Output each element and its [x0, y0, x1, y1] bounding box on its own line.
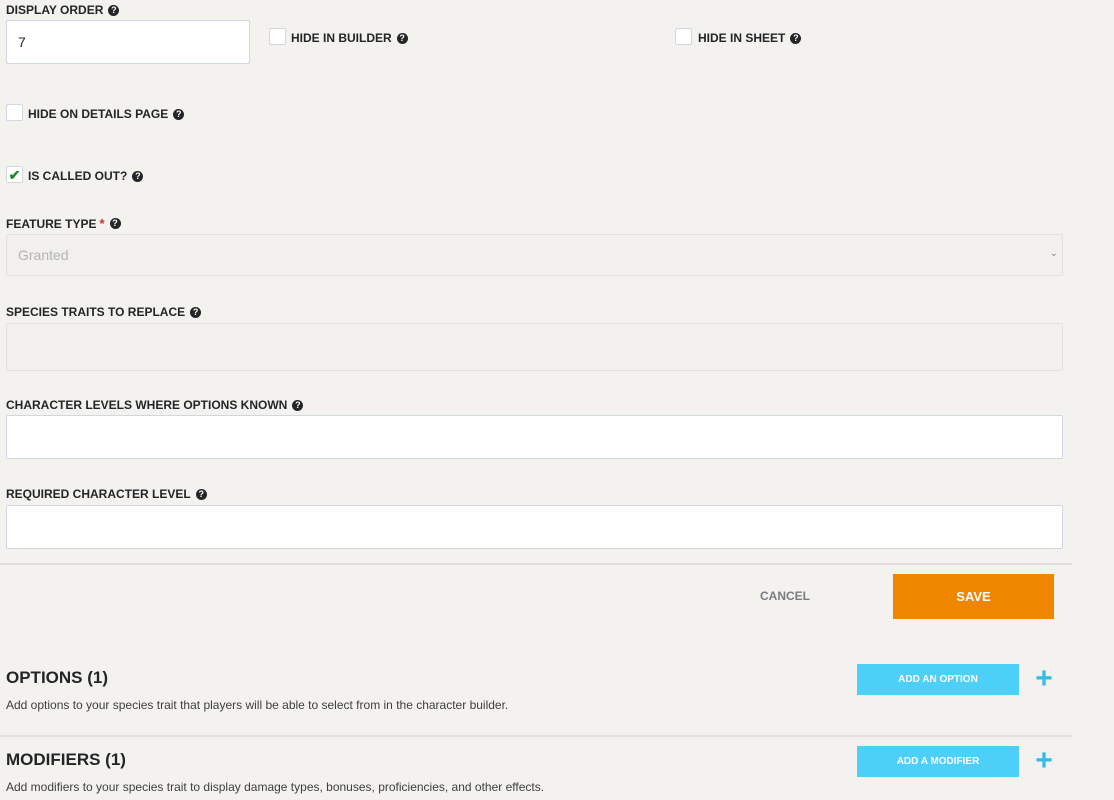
help-icon[interactable]: ? — [109, 218, 121, 229]
hide-in-sheet-label: HIDE IN SHEET ? — [698, 31, 802, 45]
hide-on-details-checkbox[interactable] — [6, 104, 23, 121]
divider — [0, 563, 1072, 565]
hide-on-details-label: HIDE ON DETAILS PAGE ? — [28, 107, 185, 121]
options-section-title: OPTIONS (1) — [6, 668, 109, 687]
chevron-down-icon: ⌄ — [1049, 248, 1058, 259]
species-traits-input[interactable] — [6, 323, 1063, 371]
hide-in-builder-checkbox[interactable] — [269, 28, 286, 45]
help-icon[interactable]: ? — [173, 108, 185, 120]
help-icon[interactable]: ? — [132, 170, 144, 182]
help-icon[interactable]: ? — [190, 306, 202, 318]
required-asterisk: * — [99, 216, 105, 231]
char-levels-label: CHARACTER LEVELS WHERE OPTIONS KNOWN ? — [6, 398, 304, 412]
feature-type-label: FEATURE TYPE * ? — [6, 216, 121, 231]
divider — [0, 735, 1072, 737]
hide-in-sheet-checkbox[interactable] — [675, 28, 692, 45]
help-icon[interactable]: ? — [195, 488, 207, 500]
plus-icon[interactable]: + — [1031, 746, 1057, 776]
species-traits-label: SPECIES TRAITS TO REPLACE ? — [6, 305, 202, 319]
save-button[interactable]: SAVE — [893, 574, 1054, 619]
help-icon[interactable]: ? — [292, 399, 304, 411]
feature-type-select[interactable]: Granted ⌄ — [6, 234, 1063, 276]
display-order-label: DISPLAY ORDER ? — [6, 3, 120, 17]
display-order-input[interactable]: 7 — [6, 20, 250, 64]
plus-icon[interactable]: + — [1031, 664, 1057, 694]
required-level-label: REQUIRED CHARACTER LEVEL ? — [6, 487, 207, 501]
checkmark-icon: ✔ — [8, 166, 21, 183]
modifiers-section-title: MODIFIERS (1) — [6, 750, 126, 769]
is-called-out-label: IS CALLED OUT? ? — [28, 169, 144, 183]
add-modifier-button[interactable]: ADD A MODIFIER — [857, 746, 1019, 777]
modifiers-section-description: Add modifiers to your species trait to d… — [6, 780, 545, 794]
hide-in-builder-label: HIDE IN BUILDER ? — [291, 31, 408, 45]
help-icon[interactable]: ? — [396, 32, 408, 44]
is-called-out-checkbox[interactable]: ✔ — [6, 166, 23, 183]
help-icon[interactable]: ? — [108, 4, 120, 16]
required-level-input[interactable] — [6, 505, 1063, 549]
char-levels-input[interactable] — [6, 415, 1063, 459]
options-section-description: Add options to your species trait that p… — [6, 698, 509, 712]
cancel-button[interactable]: CANCEL — [740, 575, 830, 617]
add-option-button[interactable]: ADD AN OPTION — [857, 664, 1019, 695]
help-icon[interactable]: ? — [790, 32, 802, 44]
